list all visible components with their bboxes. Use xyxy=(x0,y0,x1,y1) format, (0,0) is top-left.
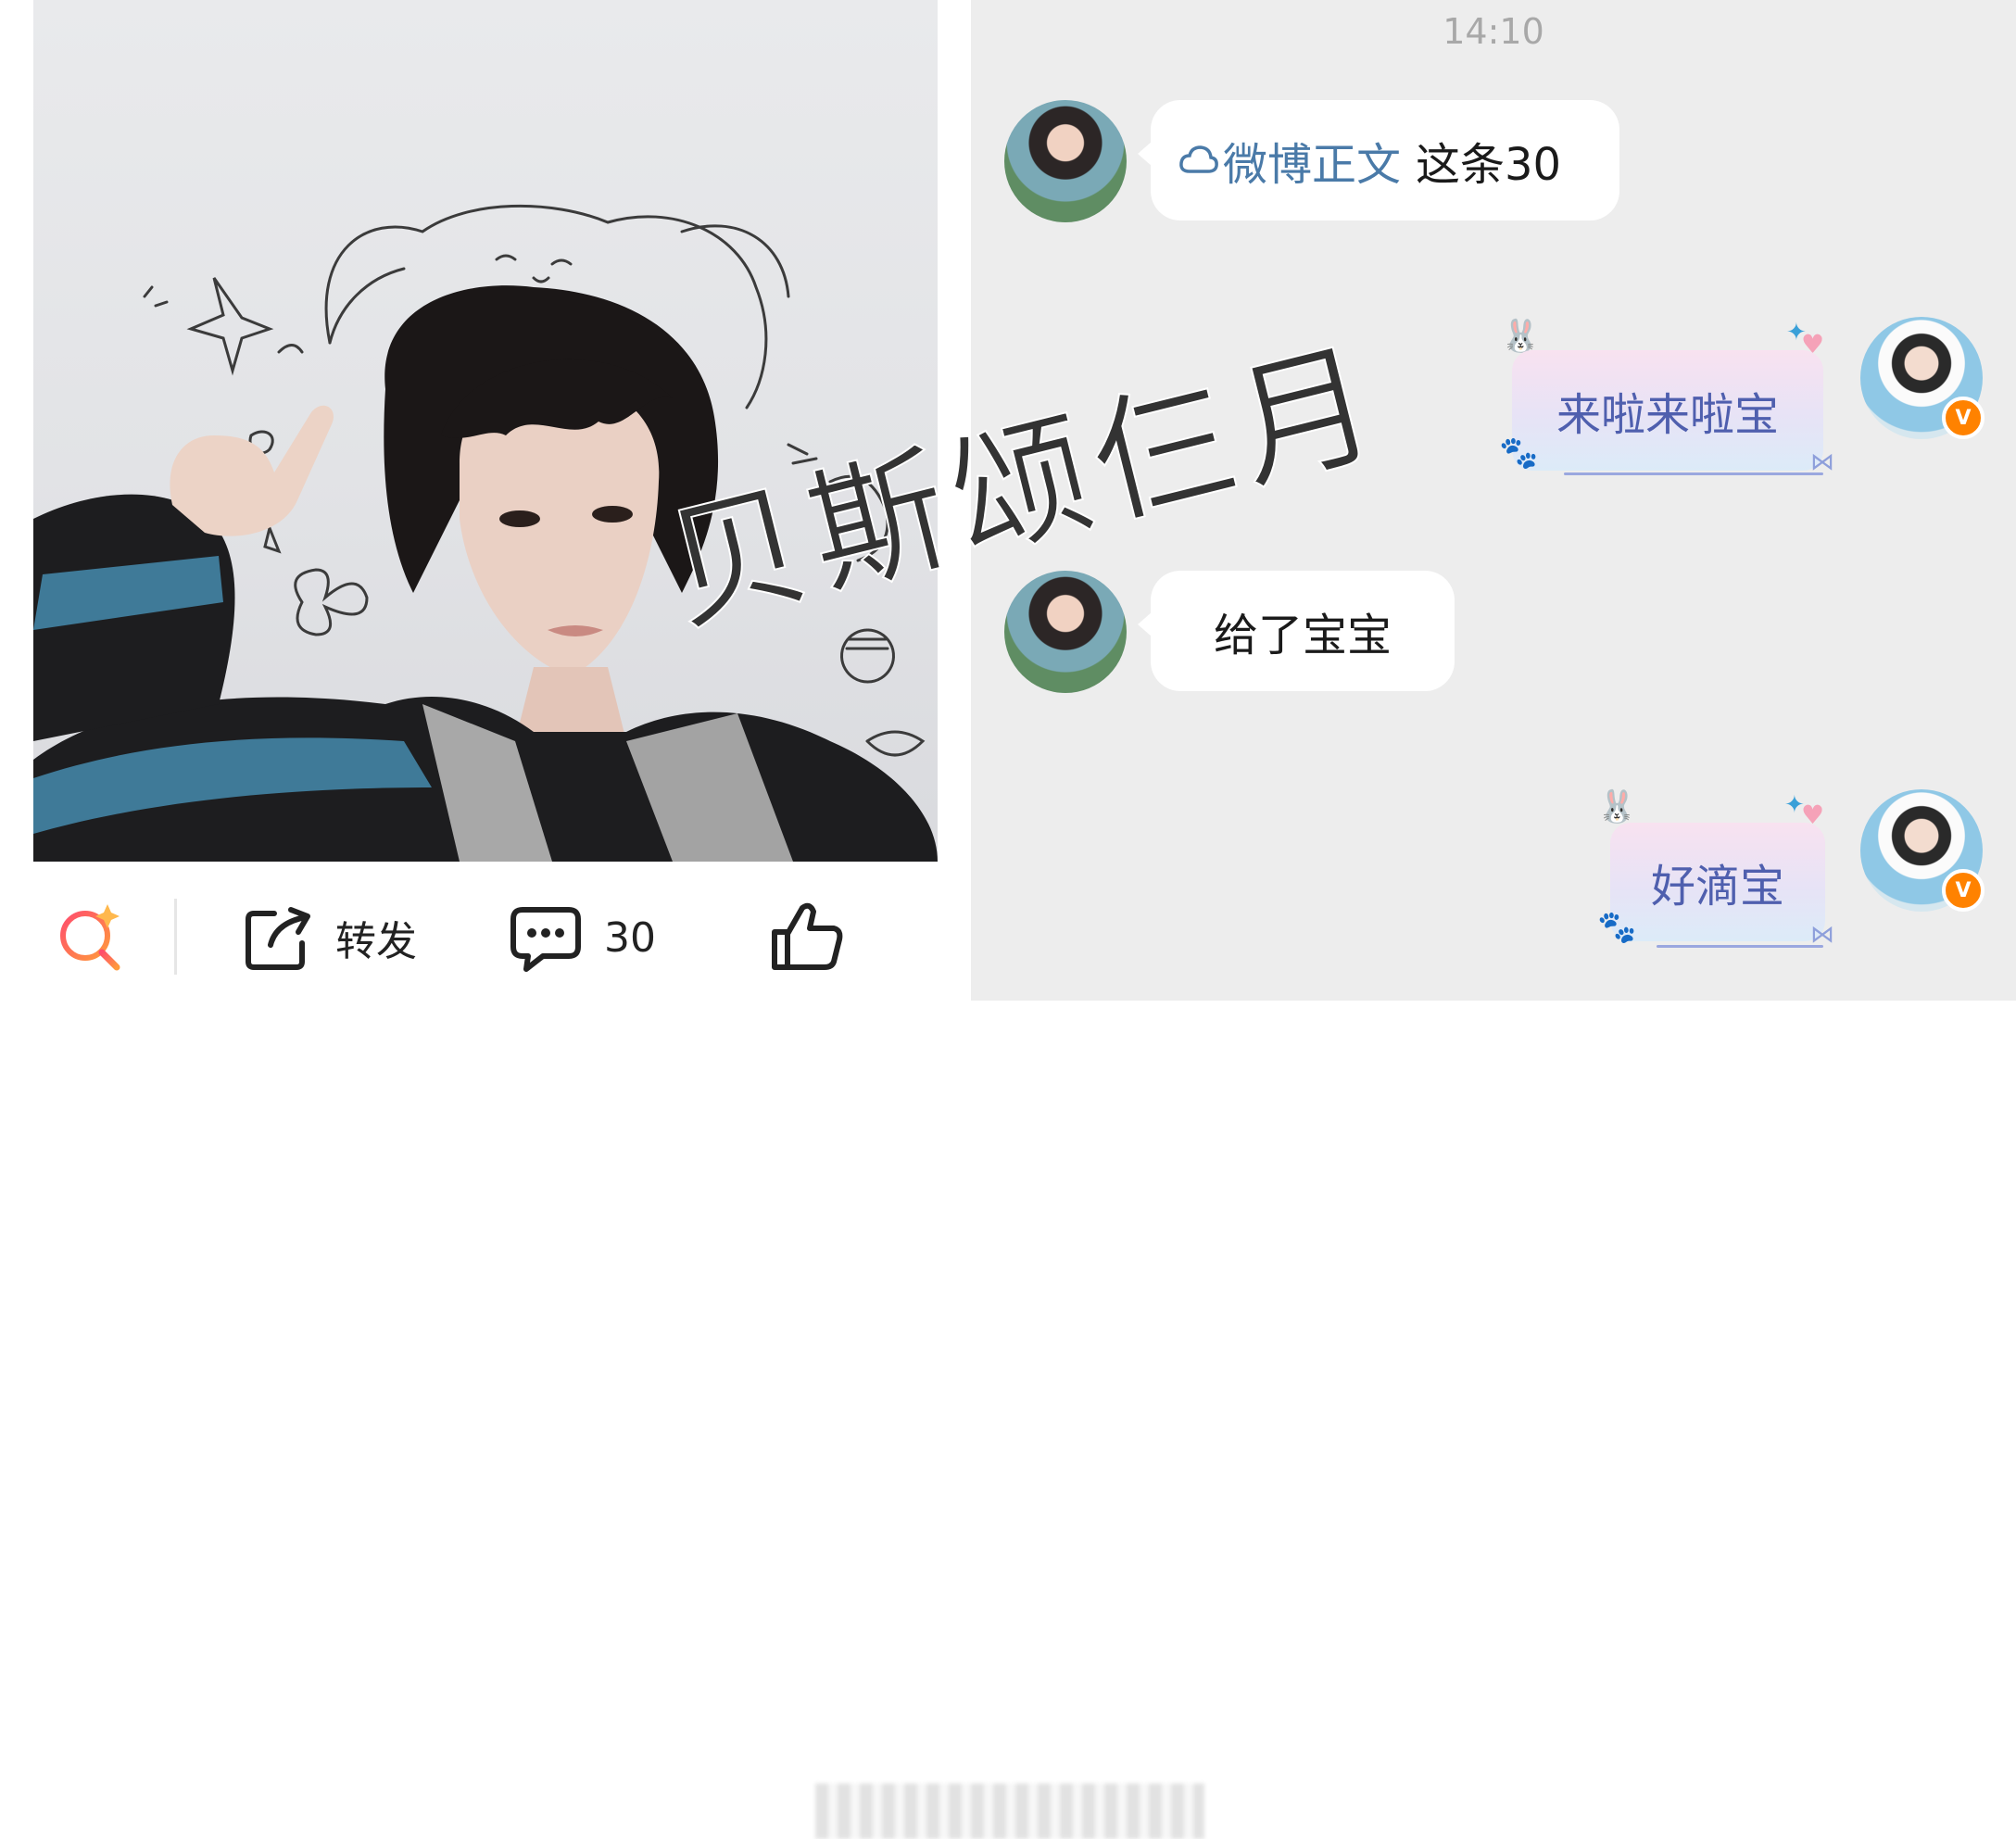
comment-button[interactable]: 30 xyxy=(510,902,656,973)
comment-icon xyxy=(510,907,581,972)
bunny-sticker-icon: 🐰 xyxy=(1597,788,1637,825)
chat-timestamp: 14:10 xyxy=(1443,11,1544,52)
message-bubble-right[interactable]: 好滴宝 xyxy=(1610,823,1825,941)
bubble-underline xyxy=(1657,945,1823,948)
contact-avatar[interactable] xyxy=(1004,571,1127,693)
repost-button[interactable]: 转发 xyxy=(243,902,417,973)
comment-count: 30 xyxy=(604,913,656,962)
ghost-sticker-icon: 🐾 xyxy=(1597,909,1637,946)
message-text: 好滴宝 xyxy=(1650,861,1784,913)
bow-icon: ⋈ xyxy=(1810,448,1834,476)
message-text: 来啦来啦宝 xyxy=(1556,389,1779,441)
blurred-strip xyxy=(815,1783,1204,1839)
like-icon xyxy=(772,902,843,970)
post-action-bar: 转发 30 xyxy=(0,862,1204,1839)
verified-badge: V xyxy=(1942,397,1984,439)
message-bubble-left[interactable]: 给了宝宝 xyxy=(1138,571,1455,691)
repost-icon xyxy=(246,907,310,970)
ghost-sticker-icon: 🐾 xyxy=(1499,435,1539,472)
message-text: 给了宝宝 xyxy=(1213,610,1392,661)
repost-label: 转发 xyxy=(335,918,417,965)
verified-badge: V xyxy=(1942,869,1984,912)
action-divider xyxy=(174,899,177,975)
bow-icon: ⋈ xyxy=(1810,921,1834,949)
ai-search-icon xyxy=(60,904,120,971)
message-text: 这条30 xyxy=(1416,139,1562,191)
contact-avatar[interactable] xyxy=(1004,100,1127,222)
ai-search-button[interactable] xyxy=(54,899,128,973)
weibo-post-link[interactable]: 微博正文 xyxy=(1223,128,1401,193)
message-bubble-left[interactable]: 微博正文 这条30 xyxy=(1138,100,1619,220)
like-button[interactable] xyxy=(769,899,843,973)
message-bubble-right[interactable]: 来啦来啦宝 xyxy=(1512,350,1823,471)
bubble-underline xyxy=(1564,472,1823,475)
cloud-link-icon xyxy=(1179,145,1218,173)
bunny-sticker-icon: 🐰 xyxy=(1501,318,1541,355)
